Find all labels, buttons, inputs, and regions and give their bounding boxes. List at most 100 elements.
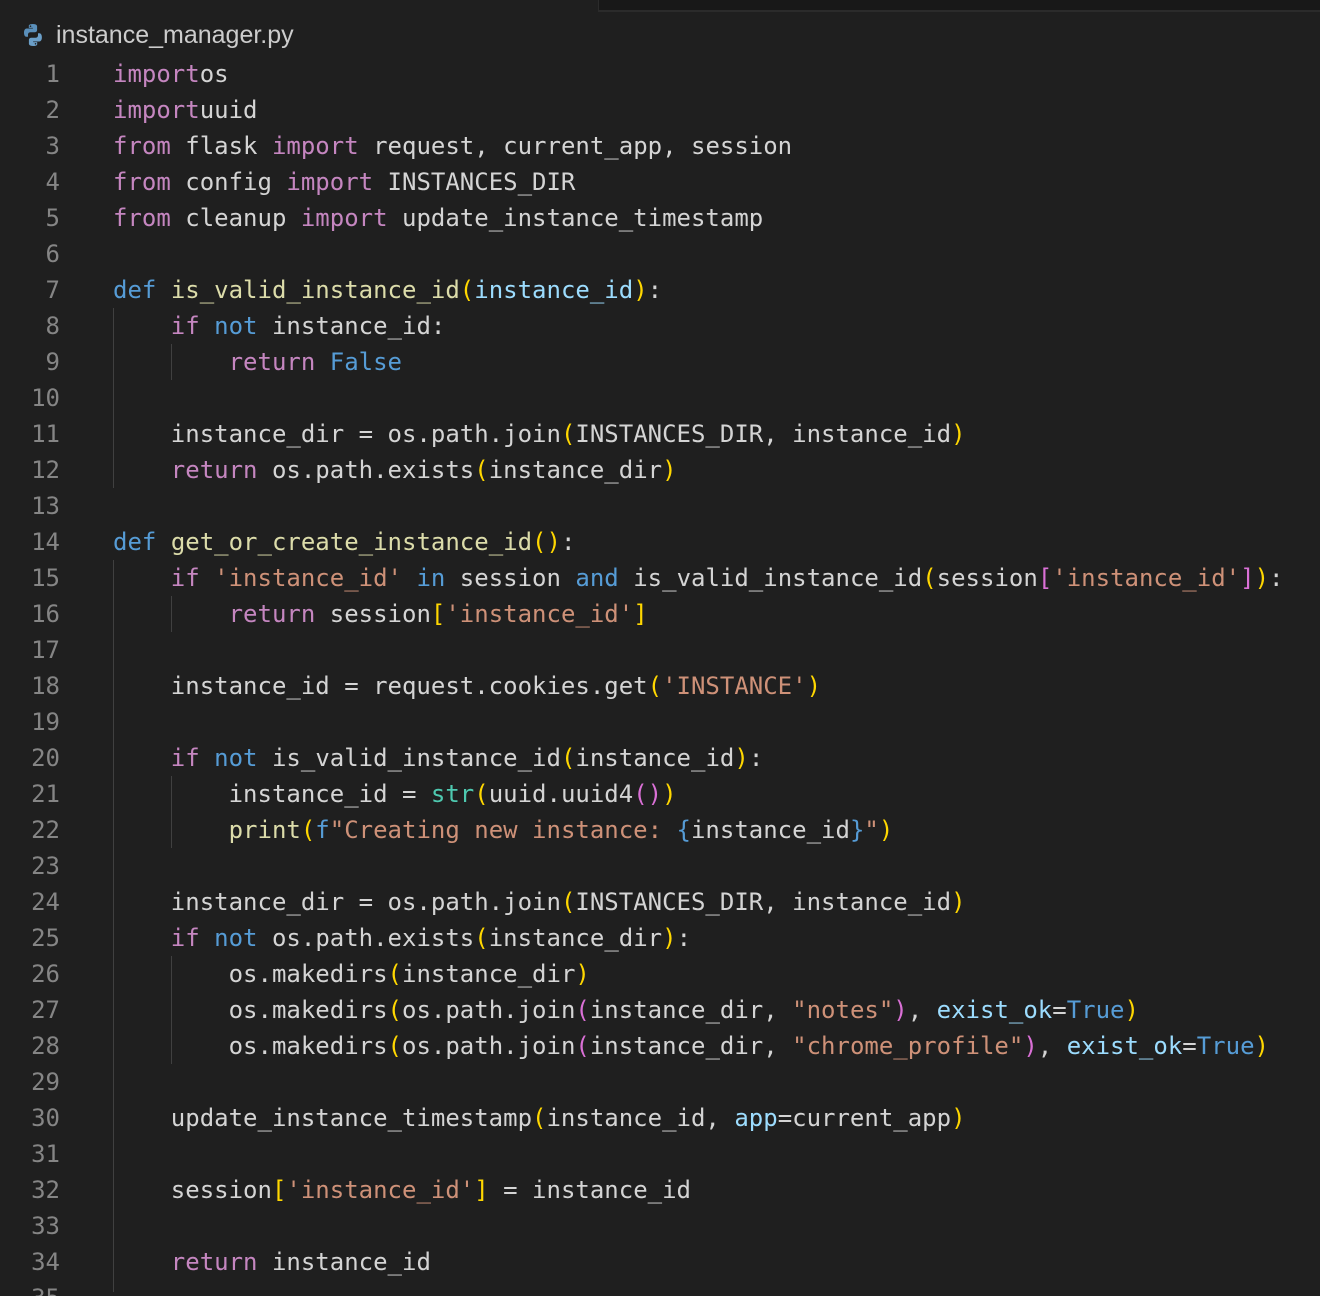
code-line[interactable]: 3 from flask import request, current_app,… bbox=[0, 128, 1320, 164]
code-line[interactable]: 4 from config import INSTANCES_DIR bbox=[0, 164, 1320, 200]
code-line[interactable]: 6 bbox=[0, 236, 1320, 272]
line-number: 30 bbox=[31, 1104, 60, 1132]
code-area[interactable]: 1 importos 2 importuuid 3 from flask import r… bbox=[0, 56, 1320, 1296]
code-token: def bbox=[113, 528, 157, 556]
code-token: print bbox=[228, 816, 301, 844]
code-line[interactable]: 16 return session['instance_id'] bbox=[0, 596, 1320, 632]
code-token: os.path.exists bbox=[257, 924, 475, 952]
line-content[interactable]: if not instance_id: bbox=[113, 308, 446, 344]
line-content[interactable]: os.makedirs(instance_dir) bbox=[113, 956, 590, 992]
code-token: ( bbox=[474, 924, 489, 952]
code-line[interactable]: 8 if not instance_id: bbox=[0, 308, 1320, 344]
breadcrumb[interactable]: instance_manager.py bbox=[20, 18, 294, 52]
code-token: config bbox=[170, 168, 287, 196]
code-line[interactable]: 28 os.makedirs(os.path.join(instance_dir… bbox=[0, 1028, 1320, 1064]
line-content[interactable]: importos bbox=[113, 56, 229, 92]
code-line[interactable]: 25 if not os.path.exists(instance_dir): bbox=[0, 920, 1320, 956]
line-content[interactable]: from flask import request, current_app, … bbox=[113, 128, 792, 164]
line-content[interactable]: return os.path.exists(instance_dir) bbox=[113, 452, 677, 488]
line-content[interactable]: instance_id = str(uuid.uuid4()) bbox=[113, 776, 677, 812]
code-line[interactable]: 9 return False bbox=[0, 344, 1320, 380]
line-content[interactable]: instance_dir = os.path.join(INSTANCES_DI… bbox=[113, 884, 966, 920]
line-content[interactable]: update_instance_timestamp(instance_id, a… bbox=[113, 1100, 966, 1136]
code-line[interactable]: 27 os.makedirs(os.path.join(instance_dir… bbox=[0, 992, 1320, 1028]
code-line[interactable]: 26 os.makedirs(instance_dir) bbox=[0, 956, 1320, 992]
code-token: return bbox=[228, 600, 316, 628]
code-line[interactable]: 18 instance_id = request.cookies.get('IN… bbox=[0, 668, 1320, 704]
line-number: 18 bbox=[31, 672, 60, 700]
line-number: 3 bbox=[45, 132, 60, 160]
line-content[interactable]: session['instance_id'] = instance_id bbox=[113, 1172, 691, 1208]
code-editor[interactable]: instance_manager.py 1 importos 2 importuuid… bbox=[0, 0, 1320, 1296]
code-line[interactable]: 34 return instance_id bbox=[0, 1244, 1320, 1280]
code-token: os.path.exists bbox=[257, 456, 475, 484]
code-line[interactable]: 24 instance_dir = os.path.join(INSTANCES… bbox=[0, 884, 1320, 920]
code-line[interactable]: 12 return os.path.exists(instance_dir) bbox=[0, 452, 1320, 488]
code-token: ) bbox=[633, 276, 648, 304]
line-content[interactable]: from config import INSTANCES_DIR bbox=[113, 164, 575, 200]
code-token: from bbox=[113, 168, 171, 196]
code-line[interactable]: 10 bbox=[0, 380, 1320, 416]
code-token: ) bbox=[575, 960, 590, 988]
code-line[interactable]: 13 bbox=[0, 488, 1320, 524]
code-line[interactable]: 35 bbox=[0, 1280, 1320, 1296]
code-line[interactable]: 17 bbox=[0, 632, 1320, 668]
code-token: ) bbox=[1023, 1032, 1038, 1060]
code-line[interactable]: 11 instance_dir = os.path.join(INSTANCES… bbox=[0, 416, 1320, 452]
line-number: 19 bbox=[31, 708, 60, 736]
code-line[interactable]: 29 bbox=[0, 1064, 1320, 1100]
code-token: and bbox=[575, 564, 619, 592]
code-token: [ bbox=[1037, 564, 1053, 592]
code-line[interactable]: 32 session['instance_id'] = instance_id bbox=[0, 1172, 1320, 1208]
active-tab[interactable] bbox=[0, 0, 599, 12]
code-token: return bbox=[228, 348, 316, 376]
line-content[interactable]: from cleanup import update_instance_time… bbox=[113, 200, 763, 236]
code-line[interactable]: 30 update_instance_timestamp(instance_id… bbox=[0, 1100, 1320, 1136]
code-token: instance_dir, bbox=[589, 1032, 793, 1060]
line-content[interactable]: return instance_id bbox=[113, 1244, 431, 1280]
line-content[interactable]: return False bbox=[113, 344, 402, 380]
code-line[interactable]: 7 def is_valid_instance_id(instance_id): bbox=[0, 272, 1320, 308]
code-token: session bbox=[113, 1176, 272, 1204]
code-token: ) bbox=[951, 420, 966, 448]
code-line[interactable]: 15 if 'instance_id' in session and is_va… bbox=[0, 560, 1320, 596]
code-line[interactable]: 22 print(f"Creating new instance: {insta… bbox=[0, 812, 1320, 848]
file-name[interactable]: instance_manager.py bbox=[56, 21, 294, 50]
code-line[interactable]: 33 bbox=[0, 1208, 1320, 1244]
code-token: in bbox=[416, 564, 446, 592]
line-content[interactable]: print(f"Creating new instance: {instance… bbox=[113, 812, 894, 848]
code-token: is_valid_instance_id bbox=[257, 744, 561, 772]
line-content[interactable]: def get_or_create_instance_id(): bbox=[113, 524, 575, 560]
line-content[interactable]: if 'instance_id' in session and is_valid… bbox=[113, 560, 1284, 596]
code-token: ] bbox=[474, 1176, 489, 1204]
code-line[interactable]: 20 if not is_valid_instance_id(instance_… bbox=[0, 740, 1320, 776]
line-content[interactable]: if not os.path.exists(instance_dir): bbox=[113, 920, 691, 956]
line-number: 5 bbox=[45, 204, 60, 232]
line-content[interactable]: if not is_valid_instance_id(instance_id)… bbox=[113, 740, 763, 776]
code-token: ( bbox=[575, 1032, 590, 1060]
code-line[interactable]: 2 importuuid bbox=[0, 92, 1320, 128]
code-line[interactable]: 23 bbox=[0, 848, 1320, 884]
line-content[interactable]: def is_valid_instance_id(instance_id): bbox=[113, 272, 662, 308]
line-content[interactable]: instance_id = request.cookies.get('INSTA… bbox=[113, 668, 821, 704]
code-token: if bbox=[170, 564, 200, 592]
line-content[interactable]: importuuid bbox=[113, 92, 258, 128]
code-line[interactable]: 1 importos bbox=[0, 56, 1320, 92]
line-content[interactable]: os.makedirs(os.path.join(instance_dir, "… bbox=[113, 992, 1139, 1028]
line-number: 28 bbox=[31, 1032, 60, 1060]
line-content[interactable]: return session['instance_id'] bbox=[113, 596, 648, 632]
code-token: 'INSTANCE' bbox=[662, 672, 807, 700]
line-content[interactable]: os.makedirs(os.path.join(instance_dir, "… bbox=[113, 1028, 1269, 1064]
code-line[interactable]: 5 from cleanup import update_instance_tim… bbox=[0, 200, 1320, 236]
code-token: get_or_create_instance_id bbox=[170, 528, 533, 556]
code-line[interactable]: 14 def get_or_create_instance_id(): bbox=[0, 524, 1320, 560]
code-line[interactable]: 21 instance_id = str(uuid.uuid4()) bbox=[0, 776, 1320, 812]
code-line[interactable]: 19 bbox=[0, 704, 1320, 740]
line-content[interactable]: instance_dir = os.path.join(INSTANCES_DI… bbox=[113, 416, 966, 452]
code-line[interactable]: 31 bbox=[0, 1136, 1320, 1172]
